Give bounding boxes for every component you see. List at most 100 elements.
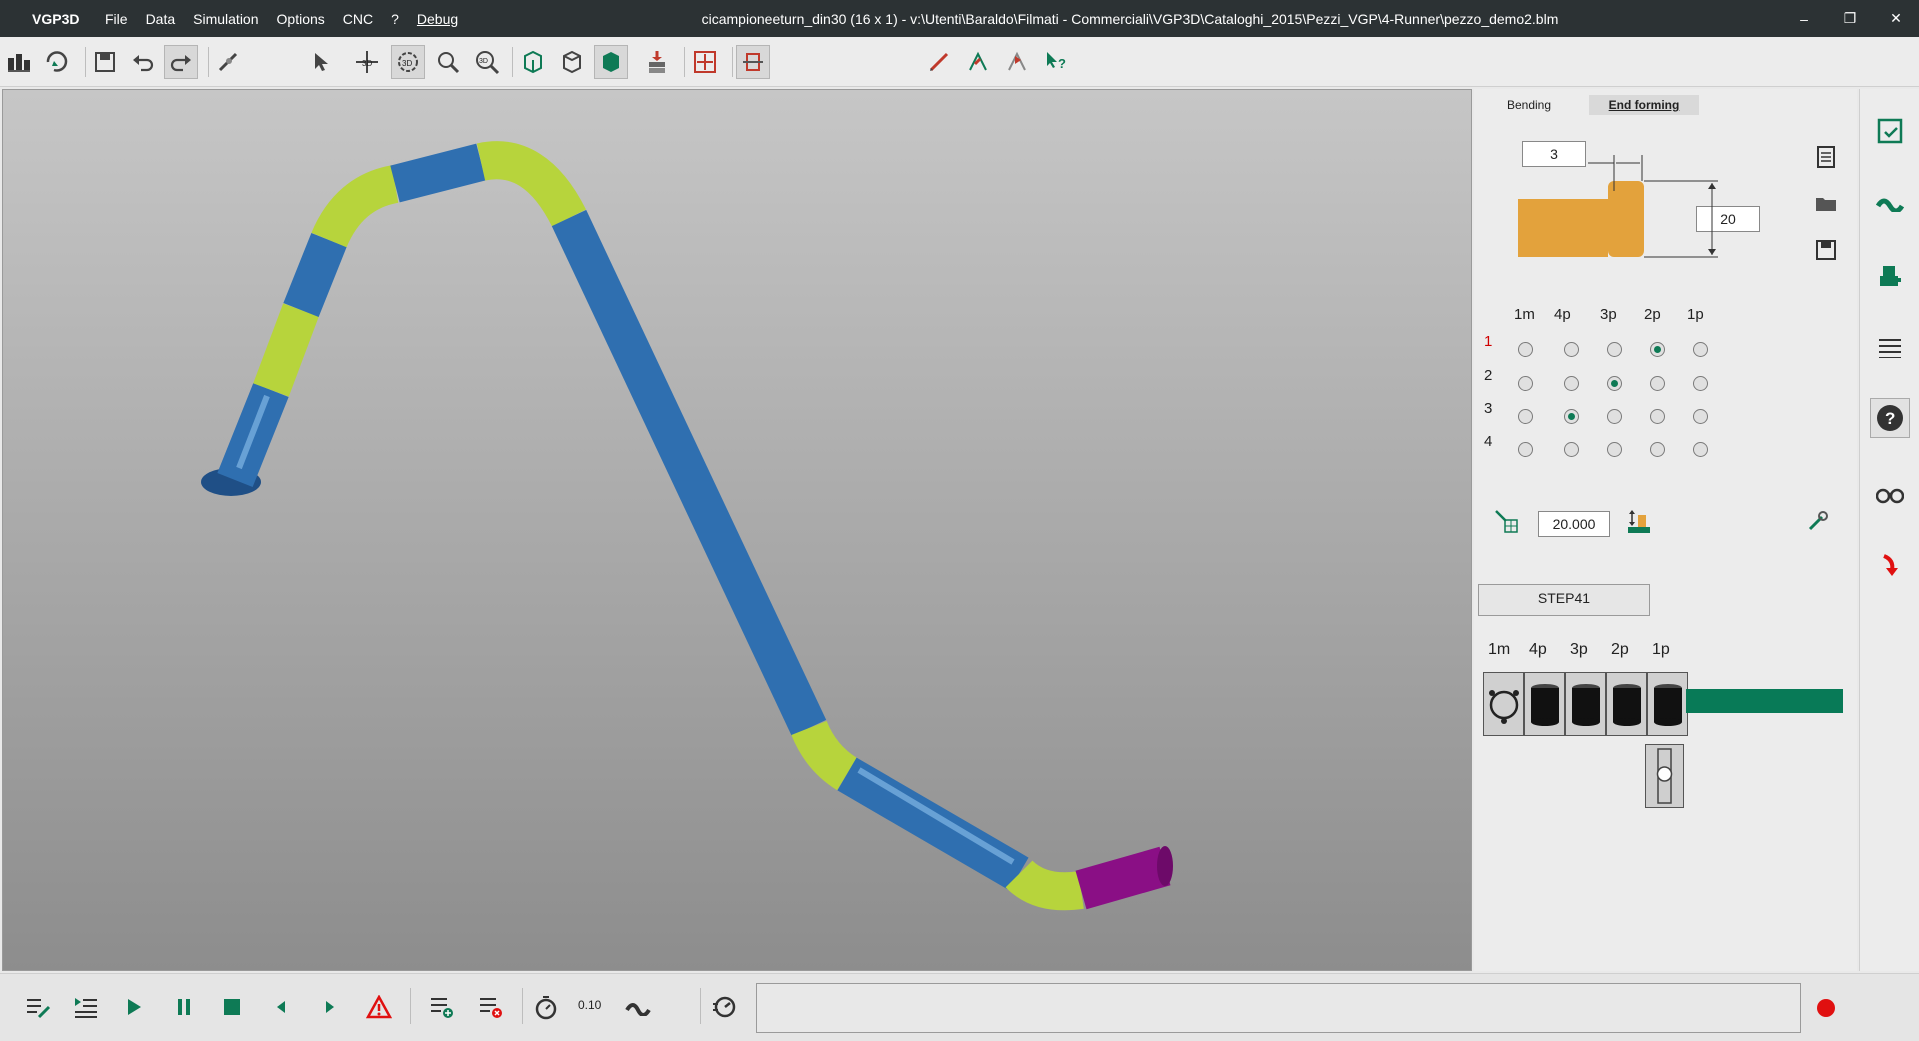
menu-cnc[interactable]: CNC	[334, 11, 382, 27]
add-list-icon[interactable]	[426, 991, 458, 1023]
menu-debug[interactable]: Debug	[408, 11, 467, 27]
folder-open-icon[interactable]	[1812, 190, 1840, 218]
tab-end-forming[interactable]: End forming	[1589, 95, 1699, 115]
radio-r3-4p[interactable]	[1564, 409, 1579, 424]
radio-r2-4p[interactable]	[1564, 376, 1579, 391]
pause-icon[interactable]	[168, 991, 200, 1023]
message-area	[756, 983, 1801, 1033]
save-icon[interactable]	[1812, 236, 1840, 264]
timer-icon[interactable]	[530, 991, 562, 1023]
bend-plane-icon[interactable]	[1000, 45, 1034, 79]
radio-r2-1m[interactable]	[1518, 376, 1533, 391]
radio-r1-3p[interactable]	[1607, 342, 1622, 357]
position-field[interactable]: 20.000	[1538, 511, 1610, 537]
machine-tool-icon[interactable]	[1870, 257, 1910, 297]
center-icon[interactable]	[688, 45, 722, 79]
col-2p: 2p	[1644, 306, 1661, 323]
view-front-icon[interactable]	[516, 45, 550, 79]
select-arrow-icon[interactable]	[304, 45, 338, 79]
stack-icon[interactable]	[640, 45, 674, 79]
undo-icon[interactable]	[126, 45, 160, 79]
bend-wave-small-icon[interactable]	[622, 991, 654, 1023]
radio-r3-1m[interactable]	[1518, 409, 1533, 424]
tool-slot-4p[interactable]	[1524, 672, 1565, 736]
zoom-icon[interactable]	[431, 45, 465, 79]
radio-r3-3p[interactable]	[1607, 409, 1622, 424]
radio-r3-1p[interactable]	[1693, 409, 1708, 424]
redo-icon[interactable]	[164, 45, 198, 79]
tool-col-4p: 4p	[1529, 641, 1547, 658]
magic-grid-icon[interactable]	[1492, 507, 1520, 535]
tools-icon[interactable]	[1804, 507, 1832, 535]
radio-r4-4p[interactable]	[1564, 442, 1579, 457]
rotate-3d-icon[interactable]: 3D	[391, 45, 425, 79]
save-icon[interactable]	[88, 45, 122, 79]
binoculars-icon[interactable]	[1870, 474, 1910, 514]
menu-data[interactable]: Data	[137, 11, 185, 27]
speed-dial-icon[interactable]	[708, 991, 740, 1023]
tool-slot-3p[interactable]	[1565, 672, 1606, 736]
svg-text:3D: 3D	[362, 59, 372, 68]
height-adjust-icon[interactable]	[1624, 507, 1652, 535]
menu-help[interactable]: ?	[382, 11, 408, 27]
save-program-icon[interactable]	[1870, 111, 1910, 151]
row-3: 3	[1484, 400, 1493, 417]
menu-file[interactable]: File	[96, 11, 137, 27]
exit-arrow-icon[interactable]	[1870, 545, 1910, 585]
clamp-tool[interactable]	[1645, 744, 1684, 808]
bend-wave-icon[interactable]	[1870, 182, 1910, 222]
previous-icon[interactable]	[265, 991, 297, 1023]
radio-r1-1p[interactable]	[1693, 342, 1708, 357]
machine-icon[interactable]	[2, 45, 36, 79]
play-icon[interactable]	[118, 991, 150, 1023]
rotate-part-icon[interactable]	[40, 45, 74, 79]
help-pointer-icon[interactable]: ?	[1039, 45, 1073, 79]
menu-simulation[interactable]: Simulation	[184, 11, 267, 27]
radio-r4-1m[interactable]	[1518, 442, 1533, 457]
close-button[interactable]: ✕	[1873, 0, 1919, 37]
tool-col-1m: 1m	[1488, 641, 1511, 658]
step-list-icon[interactable]	[70, 991, 102, 1023]
edit-list-icon[interactable]	[22, 991, 54, 1023]
step-button[interactable]: STEP41	[1478, 584, 1650, 616]
help-icon[interactable]: ?	[1870, 398, 1910, 438]
view-side-icon[interactable]	[555, 45, 589, 79]
next-icon[interactable]	[314, 991, 346, 1023]
radio-r1-1m[interactable]	[1518, 342, 1533, 357]
radio-r4-3p[interactable]	[1607, 442, 1622, 457]
tool-col-1p: 1p	[1652, 641, 1670, 658]
tool-slot-2p[interactable]	[1606, 672, 1647, 736]
app-name: VGP3D	[32, 10, 80, 27]
fit-icon[interactable]	[736, 45, 770, 79]
radio-r2-1p[interactable]	[1693, 376, 1708, 391]
record-button[interactable]	[1817, 999, 1835, 1017]
collision-warning-icon[interactable]	[363, 991, 395, 1023]
restore-button[interactable]: ❐	[1827, 0, 1873, 37]
radio-r2-3p[interactable]	[1607, 376, 1622, 391]
delete-list-icon[interactable]	[475, 991, 507, 1023]
zoom-3d-icon[interactable]: 3D	[470, 45, 504, 79]
list-icon[interactable]	[1870, 327, 1910, 367]
move-3d-icon[interactable]: 3D	[350, 45, 384, 79]
radio-r2-2p[interactable]	[1650, 376, 1665, 391]
tool-slot-1m[interactable]	[1483, 672, 1524, 736]
window-title: cicampioneeturn_din30 (16 x 1) - v:\Uten…	[701, 10, 1559, 27]
stop-icon[interactable]	[216, 991, 248, 1023]
radio-r4-2p[interactable]	[1650, 442, 1665, 457]
radio-r4-1p[interactable]	[1693, 442, 1708, 457]
minimize-button[interactable]: –	[1781, 0, 1827, 37]
col-4p: 4p	[1554, 306, 1571, 323]
radio-r1-2p[interactable]	[1650, 342, 1665, 357]
tab-bending[interactable]: Bending	[1474, 95, 1584, 115]
view-solid-icon[interactable]	[594, 45, 628, 79]
document-icon[interactable]	[1812, 143, 1840, 171]
3d-viewport[interactable]	[2, 89, 1472, 971]
transform-icon[interactable]	[212, 45, 246, 79]
bend-angle-icon[interactable]	[961, 45, 995, 79]
menu-options[interactable]: Options	[268, 11, 334, 27]
window-controls: – ❐ ✕	[1781, 0, 1919, 37]
radio-r1-4p[interactable]	[1564, 342, 1579, 357]
tool-slot-1p[interactable]	[1647, 672, 1688, 736]
measure-icon[interactable]	[922, 45, 956, 79]
radio-r3-2p[interactable]	[1650, 409, 1665, 424]
